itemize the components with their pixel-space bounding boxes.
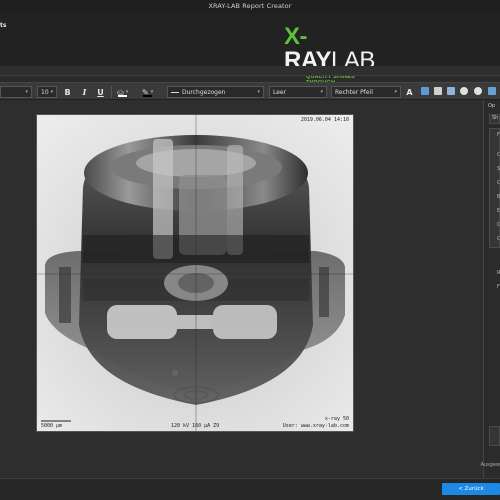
line-style-select[interactable]: Durchgezogen ▾ — [167, 86, 264, 98]
zoom-in-icon[interactable] — [460, 87, 468, 95]
user-label: User: www.xray-lab.com — [282, 423, 349, 429]
panel-tab-options[interactable]: Op — [488, 103, 500, 112]
line-color-swatch — [143, 95, 152, 97]
scale-label: 5000 µm — [41, 423, 63, 429]
line-color-button[interactable]: ✎ ▾ — [142, 86, 162, 98]
font-size-select[interactable]: 10 ▾ — [37, 86, 57, 98]
panel-label: F — [497, 284, 500, 290]
text-tool-button[interactable]: A — [404, 86, 415, 98]
app-header: ts X-RAYLAB QUALITY SHINES THROUGH — [0, 14, 500, 87]
header-divider — [0, 66, 500, 76]
image-timestamp: 2019.06.04 14:10 — [300, 117, 349, 123]
acquisition-params: 120 kV 160 µA Z9 — [171, 423, 220, 429]
xray-image[interactable]: 2019.06.04 14:10 5000 µm 120 kV 160 µA Z… — [36, 114, 354, 432]
fill-color-swatch — [118, 95, 127, 97]
xray-picture — [37, 115, 353, 431]
bold-button[interactable]: B — [62, 86, 73, 98]
window-title: XRAY-LAB Report Creator — [208, 2, 292, 10]
title-bar: XRAY-LAB Report Creator — [0, 0, 500, 14]
toolbar-separator — [111, 86, 112, 98]
zoom-out-icon[interactable] — [474, 87, 482, 95]
fit-icon[interactable] — [488, 87, 496, 95]
panel-label: F — [497, 132, 500, 138]
underline-button[interactable]: U — [95, 86, 106, 98]
fill-color-button[interactable]: ⛀ ▾ — [117, 86, 137, 98]
header-left-text: ts — [0, 22, 7, 29]
crop-icon[interactable] — [447, 87, 455, 95]
line-end-select[interactable]: Rechter Pfeil ▾ — [331, 86, 401, 98]
panel-tab-shapes[interactable]: Sh — [489, 114, 500, 124]
panel-properties-box — [489, 128, 500, 248]
formatting-toolbar: ▾ 10 ▾ B I U ⛀ ▾ ✎ ▾ Durchgezogen ▾ Leer ▾ Re… — [0, 82, 500, 100]
italic-button[interactable]: I — [79, 86, 90, 98]
xraylab-logo: X-RAYLAB QUALITY SHINES THROUGH — [284, 25, 384, 87]
comment-icon[interactable] — [421, 87, 429, 95]
panel-scroll-box[interactable] — [489, 426, 500, 446]
font-family-select[interactable]: ▾ — [0, 86, 32, 98]
line-start-select[interactable]: Leer ▾ — [269, 86, 327, 98]
device-label: x-ray 50 — [324, 416, 349, 422]
selection-status: Ausgew — [480, 462, 500, 468]
image-icon[interactable] — [434, 87, 442, 95]
footer-bar — [0, 478, 500, 500]
back-button[interactable]: < Zurück — [442, 483, 500, 495]
